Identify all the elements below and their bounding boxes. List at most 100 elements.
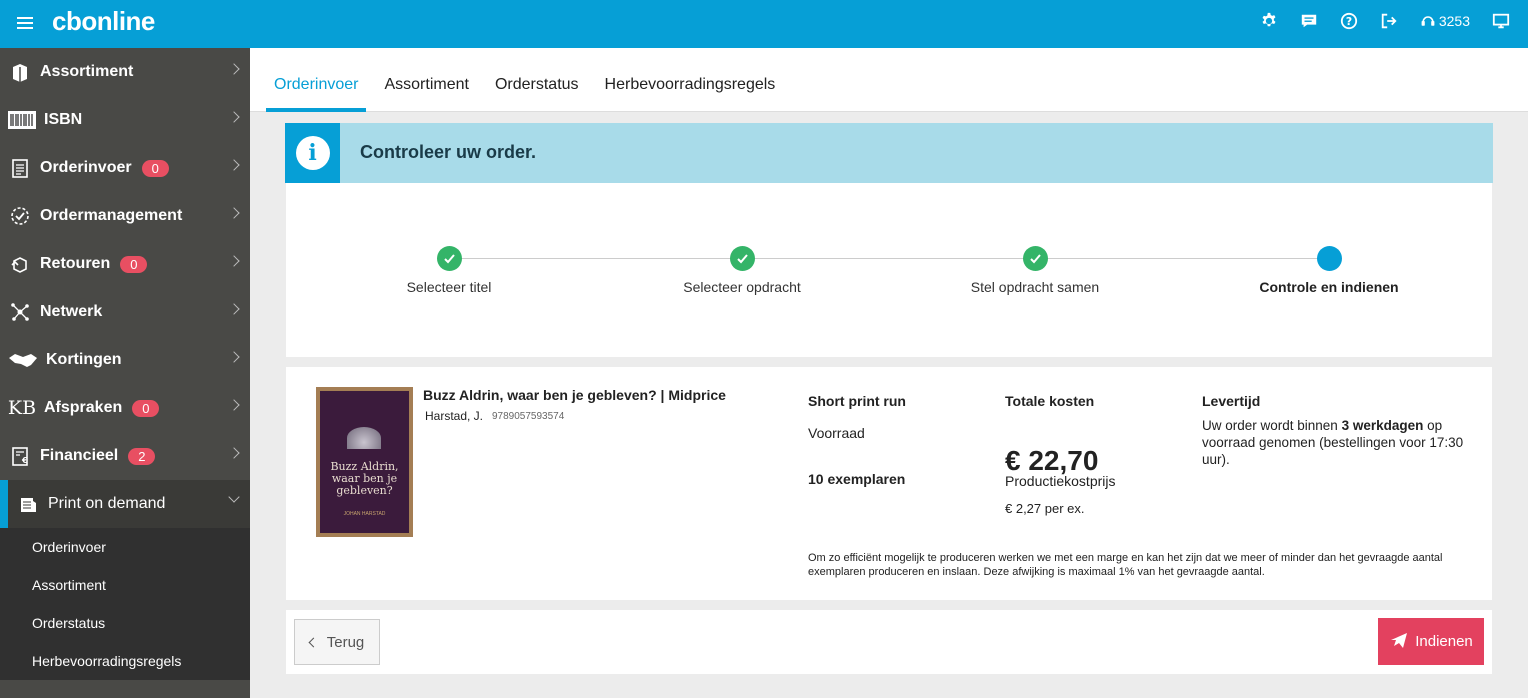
submenu-item-assortiment[interactable]: Assortiment (0, 566, 250, 604)
clipboard-icon (8, 156, 32, 180)
submit-label: Indienen (1415, 633, 1473, 650)
tab-orderinvoer[interactable]: Orderinvoer (266, 48, 367, 112)
count-badge: 0 (141, 159, 169, 177)
sidebar-item-kortingen[interactable]: Kortingen (0, 336, 250, 384)
sidebar-item-label: Ordermanagement (40, 207, 183, 224)
cover-author: JOHAN HARSTAD (343, 511, 386, 517)
book-title: Buzz Aldrin, waar ben je gebleven? | Mid… (423, 387, 726, 403)
submenu: Orderinvoer Assortiment Orderstatus Herb… (0, 528, 250, 680)
check-icon (436, 246, 462, 271)
sidebar-item-orderinvoer[interactable]: Orderinvoer 0 (0, 144, 250, 192)
progress-steps: Selecteer titel Selecteer opdracht Stel … (286, 183, 1492, 357)
tab-orderstatus[interactable]: Orderstatus (487, 48, 587, 112)
svg-text:?: ? (1346, 15, 1352, 28)
tab-herbevoorradingsregels[interactable]: Herbevoorradingsregels (597, 48, 784, 112)
sidebar-item-financieel[interactable]: € Financieel 2 (0, 432, 250, 480)
tab-assortiment[interactable]: Assortiment (376, 48, 476, 112)
sidebar-item-label: Print on demand (48, 495, 166, 512)
print-type-heading: Short print run (808, 393, 906, 409)
current-step-dot (1316, 246, 1342, 271)
sidebar-item-label: ISBN (44, 111, 83, 128)
chevron-right-icon (228, 303, 240, 315)
delivery-heading: Levertijd (1202, 393, 1261, 409)
submit-button[interactable]: Indienen (1378, 618, 1484, 665)
step-label: Selecteer titel (406, 279, 492, 295)
chevron-right-icon (228, 255, 240, 267)
chevron-right-icon (228, 63, 240, 75)
top-bar: cbonline ? 3253 (0, 0, 1528, 48)
sidebar-item-print-on-demand[interactable]: Print on demand (0, 480, 250, 528)
chevron-right-icon (228, 159, 240, 171)
book-author: Harstad, J. (425, 409, 484, 423)
production-note: Om zo efficiënt mogelijk te produceren w… (808, 552, 1443, 578)
support-phone[interactable]: 3253 (1420, 13, 1470, 29)
unit-heading: Productiekostprijs (1005, 473, 1116, 489)
sidebar-item-label: Assortiment (40, 63, 134, 80)
send-icon (1389, 630, 1409, 654)
step-label: Selecteer opdracht (683, 279, 801, 295)
main-content: Orderinvoer Assortiment Orderstatus Herb… (250, 48, 1528, 698)
check-icon (729, 246, 755, 271)
info-banner: i Controleer uw order. (285, 123, 1493, 183)
info-text: Controleer uw order. (360, 142, 537, 162)
sidebar-item-ordermanagement[interactable]: Ordermanagement (0, 192, 250, 240)
moon-icon (347, 427, 381, 449)
sidebar-item-label: Retouren (40, 255, 111, 272)
sidebar-item-netwerk[interactable]: Netwerk (0, 288, 250, 336)
logo[interactable]: cbonline (52, 6, 155, 37)
step-1: Selecteer titel (349, 246, 549, 295)
books-icon (8, 60, 32, 84)
sidebar-item-label: Kortingen (46, 351, 122, 368)
delivery-text: Uw order wordt binnen 3 werkdagen op voo… (1202, 417, 1482, 468)
check-icon (1022, 246, 1048, 271)
sidebar-item-retouren[interactable]: Retouren 0 (0, 240, 250, 288)
unit-price: € 2,27 per ex. (1005, 501, 1085, 516)
svg-text:€: € (21, 456, 28, 465)
chevron-right-icon (228, 111, 240, 123)
steps-connector (449, 258, 1329, 259)
cost-heading: Totale kosten (1005, 393, 1095, 409)
handshake-icon (8, 348, 38, 372)
book-isbn: 9789057593574 (492, 411, 565, 422)
monitor-icon[interactable] (1492, 12, 1510, 30)
support-number: 3253 (1438, 13, 1470, 29)
sidebar-item-isbn[interactable]: ISBN (0, 96, 250, 144)
chevron-right-icon (228, 207, 240, 219)
step-4: Controle en indienen (1229, 246, 1429, 295)
barcode-icon (8, 108, 36, 132)
logo-part-online: online (81, 6, 155, 36)
sidebar-item-assortiment[interactable]: Assortiment (0, 48, 250, 96)
sidebar-item-label: Orderinvoer (40, 159, 132, 176)
sidebar-item-label: Afspraken (44, 399, 123, 416)
cover-blurb (326, 395, 403, 409)
chevron-left-icon (308, 637, 319, 647)
logo-part-cb: cb (52, 6, 82, 36)
chevron-right-icon (228, 447, 240, 459)
chevron-down-icon (228, 491, 240, 503)
kb-logo-icon: KB (7, 397, 37, 419)
count-badge: 0 (120, 255, 148, 273)
back-button[interactable]: Terug (294, 619, 380, 665)
chat-icon[interactable] (1300, 12, 1318, 30)
network-icon (8, 300, 32, 324)
submenu-item-orderstatus[interactable]: Orderstatus (0, 604, 250, 642)
delivery-days: 3 werkdagen (1341, 418, 1424, 433)
delivery-text-pre: Uw order wordt binnen (1202, 418, 1342, 433)
order-card: Buzz Aldrin, waar ben je gebleven? JOHAN… (286, 367, 1492, 600)
return-box-icon (8, 252, 32, 276)
menu-icon[interactable] (17, 17, 33, 29)
action-bar: Terug Indienen (286, 610, 1492, 674)
cost-column: Totale kosten € 22,70 Productiekostprijs… (1005, 393, 1185, 533)
sidebar: Assortiment ISBN Orderinvoer 0 Ordermanag… (0, 48, 250, 698)
help-icon[interactable]: ? (1340, 12, 1358, 30)
logout-icon[interactable] (1380, 12, 1398, 30)
step-label: Controle en indienen (1259, 279, 1399, 295)
count-badge: 0 (132, 399, 160, 417)
settings-icon[interactable] (1260, 12, 1278, 30)
count-badge: 2 (128, 447, 156, 465)
sidebar-item-afspraken[interactable]: KB Afspraken 0 (0, 384, 250, 432)
submenu-item-herbevoorradingsregels[interactable]: Herbevoorradingsregels (0, 642, 250, 680)
submenu-item-orderinvoer[interactable]: Orderinvoer (0, 528, 250, 566)
step-3: Stel opdracht samen (935, 246, 1135, 295)
step-2: Selecteer opdracht (642, 246, 842, 295)
